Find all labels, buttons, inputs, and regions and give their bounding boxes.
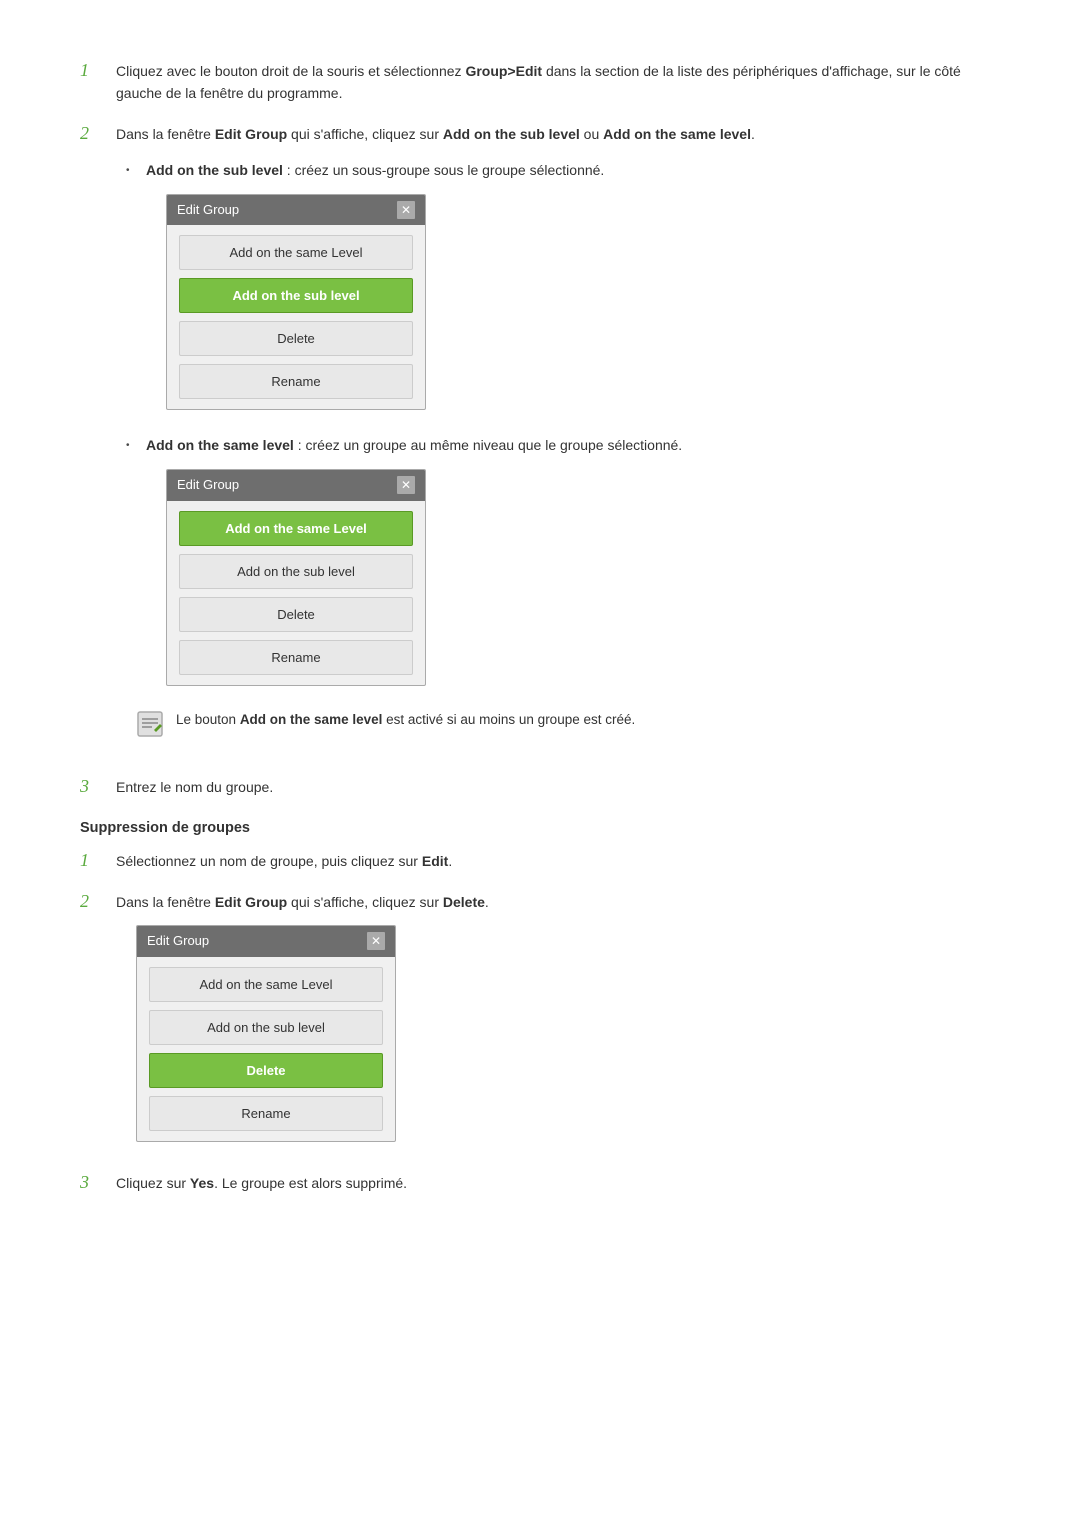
del-step2-before: Dans la fenêtre (116, 894, 215, 910)
dialog-2-titlebar: Edit Group ✕ (167, 470, 425, 501)
bullet-dot-1: • (126, 163, 136, 179)
dialog-2-btn-delete[interactable]: Delete (179, 597, 413, 632)
step-3-text: Entrez le nom du groupe. (116, 776, 1000, 798)
step-1-text: Cliquez avec le bouton droit de la souri… (116, 60, 1000, 105)
dialog-2-btn-rename[interactable]: Rename (179, 640, 413, 675)
note-bold: Add on the same level (240, 712, 383, 727)
step-number-2: 2 (80, 123, 102, 144)
step-1: 1 Cliquez avec le bouton droit de la sou… (80, 60, 1000, 105)
step-number-1: 1 (80, 60, 102, 81)
dialog-1-titlebar: Edit Group ✕ (167, 195, 425, 226)
note-text-before: Le bouton (176, 712, 240, 727)
step3-text: Entrez le nom du groupe. (116, 779, 273, 795)
del-step3-before: Cliquez sur (116, 1175, 190, 1191)
dialog-2-close[interactable]: ✕ (397, 476, 415, 494)
del-step2-bold2: Delete (443, 894, 485, 910)
delete-step-2: 2 Dans la fenêtre Edit Group qui s'affic… (80, 891, 1000, 1154)
bullet-item-sub: • Add on the sub level : créez un sous-g… (126, 159, 1000, 422)
step-number-3: 3 (80, 776, 102, 797)
note-text-after: est activé si au moins un groupe est cré… (382, 712, 635, 727)
dialog-2-btn-same-level[interactable]: Add on the same Level (179, 511, 413, 546)
dialog-2-title: Edit Group (177, 475, 239, 496)
del-step1-after: . (448, 853, 452, 869)
del-step2-bold1: Edit Group (215, 894, 287, 910)
bullet-list: • Add on the sub level : créez un sous-g… (116, 159, 1000, 697)
dialog-1-close[interactable]: ✕ (397, 201, 415, 219)
dialog-2-body: Add on the same Level Add on the sub lev… (167, 501, 425, 685)
step2-bold2: Add on the sub level (443, 126, 580, 142)
section-delete-title: Suppression de groupes (80, 820, 1000, 836)
step-2-text: Dans la fenêtre Edit Group qui s'affiche… (116, 123, 1000, 758)
dialog-1-body: Add on the same Level Add on the sub lev… (167, 225, 425, 409)
note-box: Le bouton Add on the same level est acti… (116, 710, 1000, 748)
dialog-1-btn-sub-level[interactable]: Add on the sub level (179, 278, 413, 313)
delete-step-3: 3 Cliquez sur Yes. Le groupe est alors s… (80, 1172, 1000, 1194)
delete-step-number-3: 3 (80, 1172, 102, 1193)
del-step2-mid: qui s'affiche, cliquez sur (287, 894, 443, 910)
delete-step-number-2: 2 (80, 891, 102, 912)
dialog-3-btn-rename[interactable]: Rename (149, 1096, 383, 1131)
bullet2-bold: Add on the same level (146, 437, 294, 453)
dialog-1-btn-same-level[interactable]: Add on the same Level (179, 235, 413, 270)
dialog-3-titlebar: Edit Group ✕ (137, 926, 395, 957)
note-icon (136, 710, 164, 748)
bullet-item-same: • Add on the same level : créez un group… (126, 434, 1000, 697)
dialog-3-close[interactable]: ✕ (367, 932, 385, 950)
bullet2-text: : créez un groupe au même niveau que le … (294, 437, 682, 453)
dialog-3-title: Edit Group (147, 931, 209, 952)
dialog-1: Edit Group ✕ Add on the same Level Add o… (166, 194, 426, 411)
dialog-1-btn-rename[interactable]: Rename (179, 364, 413, 399)
del-step1-bold: Edit (422, 853, 448, 869)
step1-text-before: Cliquez avec le bouton droit de la souri… (116, 63, 465, 79)
delete-step-3-text: Cliquez sur Yes. Le groupe est alors sup… (116, 1172, 1000, 1194)
step2-bold3: Add on the same level (603, 126, 751, 142)
bullet1-text: : créez un sous-groupe sous le groupe sé… (283, 162, 604, 178)
dialog-3: Edit Group ✕ Add on the same Level Add o… (136, 925, 396, 1142)
note-text: Le bouton Add on the same level est acti… (176, 710, 635, 730)
step-3: 3 Entrez le nom du groupe. (80, 776, 1000, 798)
dialog-3-body: Add on the same Level Add on the sub lev… (137, 957, 395, 1141)
del-step3-after: . Le groupe est alors supprimé. (214, 1175, 407, 1191)
dialog-3-btn-same-level[interactable]: Add on the same Level (149, 967, 383, 1002)
step2-text-after: . (751, 126, 755, 142)
step-2: 2 Dans la fenêtre Edit Group qui s'affic… (80, 123, 1000, 758)
bullet-dot-2: • (126, 438, 136, 454)
dialog-3-btn-delete[interactable]: Delete (149, 1053, 383, 1088)
delete-step-1: 1 Sélectionnez un nom de groupe, puis cl… (80, 850, 1000, 872)
step2-text-before: Dans la fenêtre (116, 126, 215, 142)
dialog-1-btn-delete[interactable]: Delete (179, 321, 413, 356)
bullet1-bold: Add on the sub level (146, 162, 283, 178)
dialog-3-btn-sub-level[interactable]: Add on the sub level (149, 1010, 383, 1045)
dialog-2: Edit Group ✕ Add on the same Level Add o… (166, 469, 426, 686)
delete-step-1-text: Sélectionnez un nom de groupe, puis cliq… (116, 850, 1000, 872)
delete-step-number-1: 1 (80, 850, 102, 871)
dialog-1-title: Edit Group (177, 200, 239, 221)
bullet-2-content: Add on the same level : créez un groupe … (146, 434, 1000, 697)
step2-text-mid2: ou (580, 126, 603, 142)
del-step2-after: . (485, 894, 489, 910)
step2-text-mid: qui s'affiche, cliquez sur (287, 126, 443, 142)
del-step3-bold: Yes (190, 1175, 214, 1191)
delete-step-2-text: Dans la fenêtre Edit Group qui s'affiche… (116, 891, 1000, 1154)
step1-bold1: Group>Edit (465, 63, 542, 79)
del-step1-before: Sélectionnez un nom de groupe, puis cliq… (116, 853, 422, 869)
step2-bold1: Edit Group (215, 126, 287, 142)
bullet-1-content: Add on the sub level : créez un sous-gro… (146, 159, 1000, 422)
dialog-2-btn-sub-level[interactable]: Add on the sub level (179, 554, 413, 589)
